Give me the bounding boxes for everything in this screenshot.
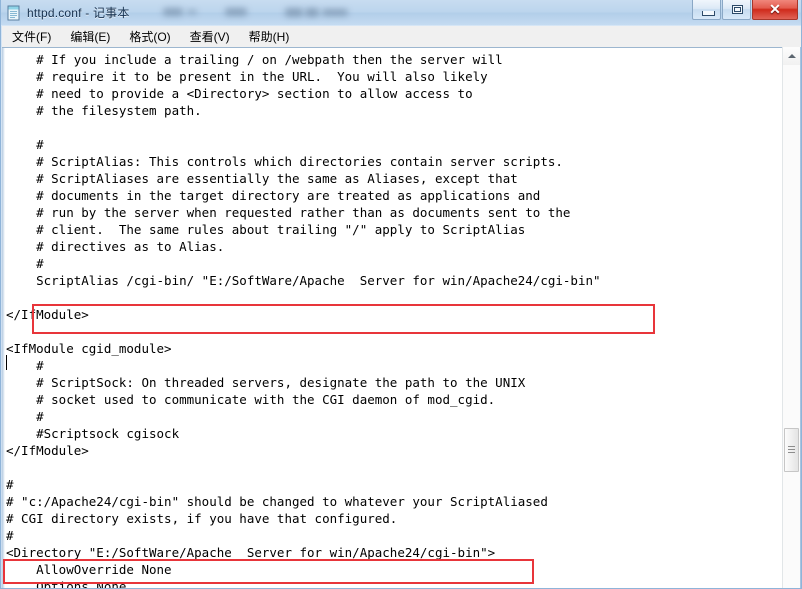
menu-item-file[interactable]: 文件(F): [3, 26, 60, 48]
editor-left-edge: [2, 48, 5, 588]
scrollbar-track[interactable]: [783, 65, 800, 588]
editor-line: #: [6, 137, 44, 152]
editor-line: # CGI directory exists, if you have that…: [6, 511, 398, 526]
close-button[interactable]: ✕: [752, 0, 798, 20]
window-controls: ✕: [692, 0, 798, 22]
editor-line: # ScriptAlias: This controls which direc…: [6, 154, 563, 169]
close-icon: ✕: [769, 1, 781, 17]
editor-line: </IfModule>: [6, 307, 89, 322]
text-editor-area[interactable]: # If you include a trailing / on /webpat…: [2, 47, 801, 588]
editor-line: # If you include a trailing / on /webpat…: [6, 52, 503, 67]
text-caret: [6, 355, 7, 370]
menu-item-view[interactable]: 查看(V): [181, 26, 239, 48]
window-title: httpd.conf - 记事本: [27, 6, 130, 20]
editor-line: # ScriptSock: On threaded servers, desig…: [6, 375, 526, 390]
editor-line: # documents in the target directory are …: [6, 188, 541, 203]
editor-line: #Scriptsock cgisock: [6, 426, 180, 441]
title-bar[interactable]: httpd.conf - 记事本: [1, 0, 801, 25]
maximize-button[interactable]: [722, 0, 751, 20]
maximize-icon: [732, 5, 743, 14]
editor-text-content[interactable]: # If you include a trailing / on /webpat…: [6, 51, 770, 588]
editor-line: # ScriptAliases are essentially the same…: [6, 171, 518, 186]
editor-line: # directives as to Alias.: [6, 239, 225, 254]
menu-item-format[interactable]: 格式(O): [120, 26, 179, 48]
vertical-scrollbar[interactable]: [782, 47, 800, 588]
editor-line: #: [6, 358, 44, 373]
editor-line: </IfModule>: [6, 443, 89, 458]
minimize-icon: [702, 11, 715, 16]
editor-line: Options None: [6, 579, 127, 588]
editor-line: # require it to be present in the URL. Y…: [6, 69, 488, 84]
editor-line: <IfModule cgid_module>: [6, 341, 172, 356]
menu-bar: 文件(F) 编辑(E) 格式(O) 查看(V) 帮助(H): [2, 26, 801, 48]
minimize-button[interactable]: [692, 0, 721, 20]
scrollbar-grip-icon: [788, 446, 795, 455]
editor-line: # the filesystem path.: [6, 103, 202, 118]
editor-line: # run by the server when requested rathe…: [6, 205, 571, 220]
editor-line: #: [6, 477, 14, 492]
editor-line: #: [6, 256, 44, 271]
menu-item-help[interactable]: 帮助(H): [240, 26, 299, 48]
editor-line: # client. The same rules about trailing …: [6, 222, 526, 237]
editor-line: #: [6, 528, 14, 543]
editor-line: # "c:/Apache24/cgi-bin" should be change…: [6, 494, 548, 509]
editor-line: AllowOverride None: [6, 562, 172, 577]
notepad-window: httpd.conf - 记事本 ✕ 文件(F) 编辑(E) 格式(O) 查看(…: [0, 0, 802, 589]
scroll-up-button[interactable]: [783, 47, 800, 65]
editor-line: <Directory "E:/SoftWare/Apache Server fo…: [6, 545, 496, 560]
scroll-up-arrow-icon: [787, 54, 796, 58]
scrollbar-thumb[interactable]: [784, 428, 799, 472]
menu-item-edit[interactable]: 编辑(E): [61, 26, 119, 48]
editor-line: ScriptAlias /cgi-bin/ "E:/SoftWare/Apach…: [6, 273, 601, 288]
editor-line: # socket used to communicate with the CG…: [6, 392, 496, 407]
editor-line: # need to provide a <Directory> section …: [6, 86, 473, 101]
editor-line: #: [6, 409, 44, 424]
notepad-document-icon: [6, 5, 22, 21]
